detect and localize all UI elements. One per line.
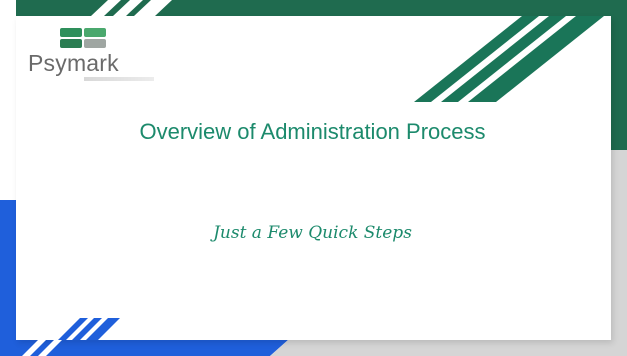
logo-tagline [84, 77, 154, 81]
stripe-top-right-1 [414, 16, 539, 102]
slide-subtitle: Just a Few Quick Steps [213, 223, 412, 243]
logo-wordmark: Psymark [28, 50, 119, 76]
slide: Psymark Overview of Administration Proce… [0, 0, 627, 356]
slide-title: Overview of Administration Process [139, 119, 486, 144]
